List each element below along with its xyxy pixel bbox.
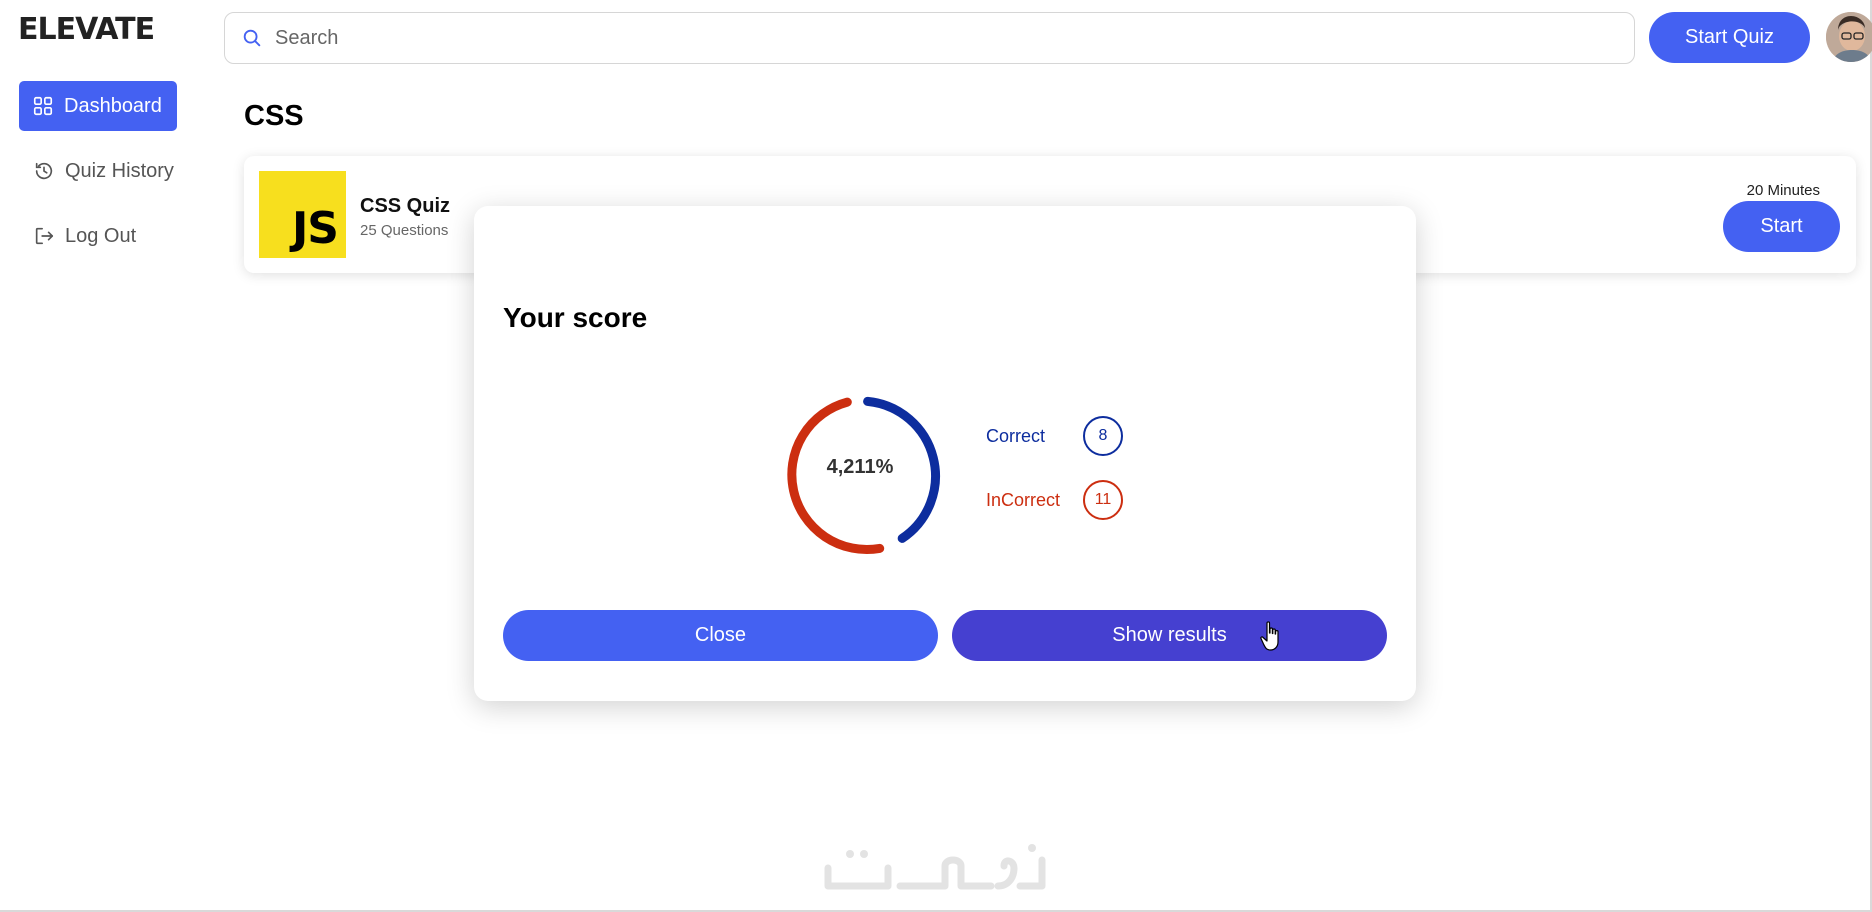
quiz-duration: 20 Minutes [1746,182,1820,199]
show-results-button[interactable]: Show results [952,610,1387,661]
search-bar[interactable] [224,12,1635,64]
incorrect-count-badge: 11 [1083,480,1123,520]
js-logo: JS [259,171,346,258]
incorrect-label: InCorrect [986,489,1061,510]
quiz-question-count: 25 Questions [360,222,449,239]
quiz-title: CSS Quiz [360,195,451,217]
start-quiz-button[interactable]: Start Quiz [1649,12,1810,63]
sidebar-item-label: Dashboard [64,94,162,117]
logout-icon [35,227,54,245]
watermark-logo [824,844,1046,890]
correct-count-badge: 8 [1083,416,1123,456]
grid-icon [33,96,53,116]
app-window: ELEVATE Dashboard Quiz History Log Out S… [0,0,1872,912]
score-percent: 4,211% [826,456,894,478]
search-input[interactable] [275,26,1575,50]
user-avatar-icon [1826,12,1872,62]
sidebar-item-dashboard[interactable]: Dashboard [19,81,177,131]
start-button[interactable]: Start [1723,201,1840,252]
correct-label: Correct [986,425,1046,446]
legend-correct: Correct 8 [986,416,1123,456]
sidebar-item-label: Log Out [65,224,137,247]
sidebar-item-quiz-history[interactable]: Quiz History [19,146,199,196]
js-logo-text: JS [291,203,339,254]
logo: ELEVATE [18,12,155,47]
sidebar-item-log-out[interactable]: Log Out [19,211,169,261]
close-button[interactable]: Close [503,610,938,661]
avatar[interactable] [1826,12,1872,62]
legend-incorrect: InCorrect 11 [986,480,1123,520]
page-title: CSS [244,100,304,132]
hand-cursor-icon [1260,621,1279,651]
modal-title: Your score [503,302,648,333]
sidebar-item-label: Quiz History [65,159,174,182]
search-icon [243,29,261,47]
history-icon [35,162,53,180]
